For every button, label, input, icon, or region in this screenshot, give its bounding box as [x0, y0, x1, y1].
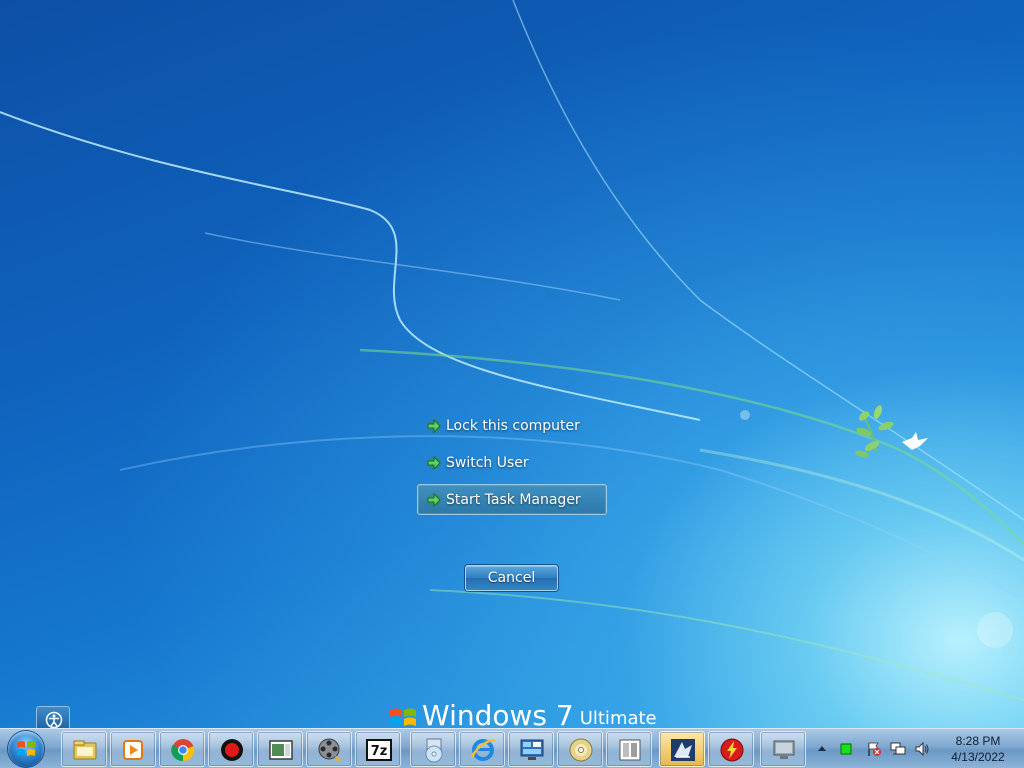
taskbar-snipping-tool-button[interactable] [659, 731, 705, 767]
taskbar-7zip-button[interactable]: 7z [355, 731, 401, 767]
network-icon[interactable] [890, 741, 906, 757]
cancel-button[interactable]: Cancel [465, 565, 558, 591]
taskbar-media-player-button[interactable] [110, 731, 156, 767]
taskbar-chrome-button[interactable] [159, 731, 205, 767]
start-button[interactable] [8, 731, 44, 767]
cd-drive-icon [569, 738, 593, 762]
7zip-label: 7z [371, 744, 388, 759]
wallpaper-art [0, 0, 1024, 701]
taskbar-control-panel-button[interactable] [508, 731, 554, 767]
snipping-tool-icon [671, 739, 695, 761]
desktop-background: Lock this computer Switch User Start Tas… [0, 0, 1024, 768]
start-task-manager-label: Start Task Manager [446, 491, 581, 508]
green-arrow-icon [427, 492, 441, 507]
disc-burner-icon [425, 738, 443, 763]
switch-user-label: Switch User [446, 454, 529, 471]
taskbar-flash-app-button[interactable] [708, 731, 754, 767]
lock-computer-label: Lock this computer [446, 417, 580, 434]
remote-desktop-icon [773, 740, 795, 759]
taskbar-book-reader-button[interactable] [606, 731, 652, 767]
green-arrow-icon [427, 418, 441, 433]
taskbar-window-app-button[interactable] [257, 731, 303, 767]
clock-date: 4/13/2022 [951, 750, 1005, 764]
windows-branding: Windows 7 Ultimate [388, 699, 657, 732]
clock-time: 8:28 PM [955, 734, 1001, 748]
action-center-icon[interactable] [866, 741, 882, 757]
taskbar-remote-desktop-button[interactable] [760, 731, 806, 767]
movie-maker-icon [318, 738, 342, 762]
control-panel-icon [520, 739, 544, 760]
taskbar: 7z 8:28 PM 4/13/2022 [0, 728, 1024, 768]
lock-computer-option[interactable]: Lock this computer [417, 410, 607, 441]
security-options: Lock this computer Switch User Start Tas… [417, 410, 607, 521]
green-status-icon[interactable] [838, 741, 854, 757]
windows-brand-name: Windows 7 [422, 699, 574, 732]
flash-app-icon [720, 738, 744, 762]
taskbar-movie-maker-button[interactable] [306, 731, 352, 767]
ease-of-access-icon [45, 711, 63, 729]
taskbar-disc-burner-button[interactable] [410, 731, 456, 767]
chrome-icon [171, 739, 195, 762]
taskbar-clock[interactable]: 8:28 PM 4/13/2022 [938, 733, 1018, 765]
show-hidden-icons-icon[interactable] [814, 741, 830, 757]
file-explorer-icon [73, 740, 97, 760]
taskbar-explorer-button[interactable] [61, 731, 107, 767]
taskbar-recorder-button[interactable] [208, 731, 254, 767]
green-arrow-icon [427, 455, 441, 470]
window-app-icon [269, 740, 293, 760]
volume-icon[interactable] [914, 741, 930, 757]
media-player-icon [123, 740, 143, 760]
start-task-manager-option[interactable]: Start Task Manager [417, 484, 607, 515]
taskbar-cd-drive-button[interactable] [557, 731, 603, 767]
system-tray: 8:28 PM 4/13/2022 [808, 729, 1024, 768]
internet-explorer-icon [470, 739, 496, 761]
windows-flag-icon [390, 708, 416, 726]
7zip-icon: 7z [366, 739, 392, 761]
book-reader-icon [619, 739, 641, 761]
switch-user-option[interactable]: Switch User [417, 447, 607, 478]
windows-start-orb-icon [17, 741, 35, 756]
windows-edition: Ultimate [579, 708, 657, 729]
screen-recorder-icon [221, 739, 243, 761]
taskbar-internet-explorer-button[interactable] [459, 731, 505, 767]
